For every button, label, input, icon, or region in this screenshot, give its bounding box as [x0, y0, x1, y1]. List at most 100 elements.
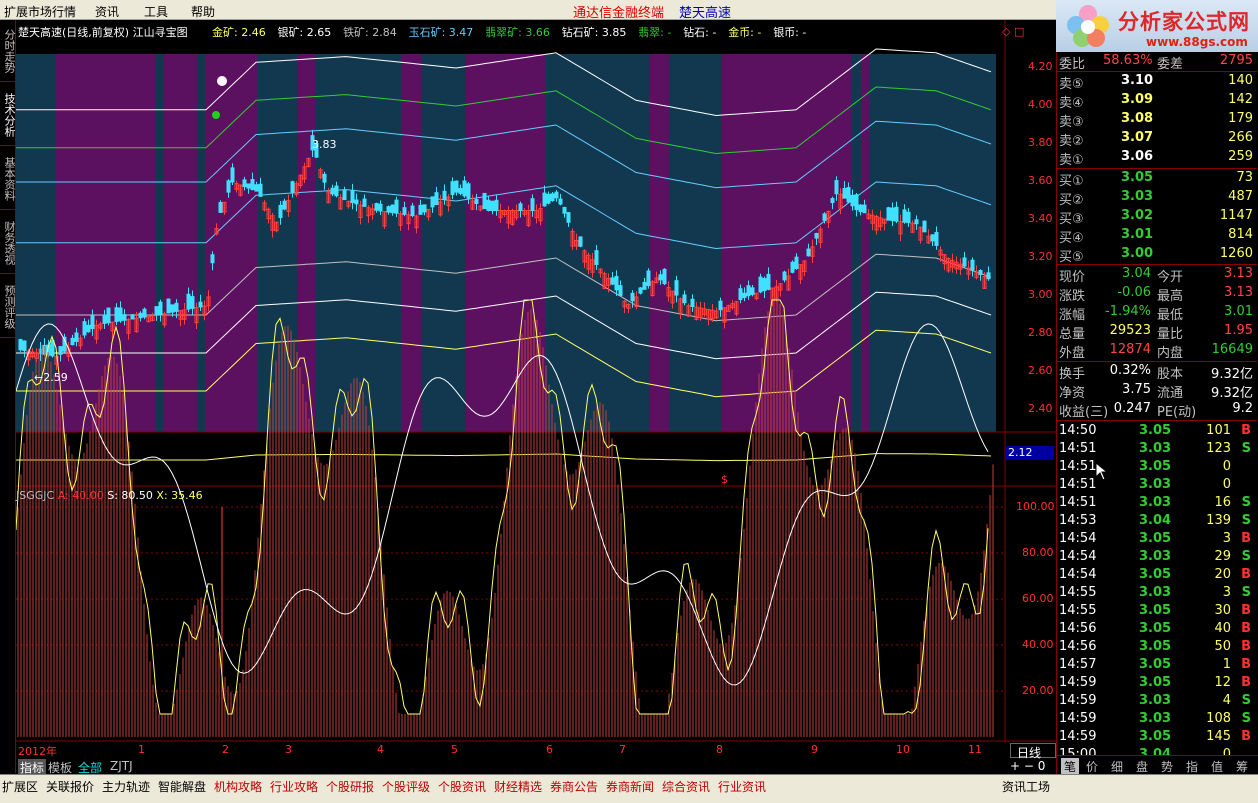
bottom-bar-item[interactable]: 个股资讯 — [438, 778, 486, 795]
sell-volume: 259 — [1228, 149, 1253, 164]
tick-time: 14:59 — [1059, 675, 1097, 690]
buy-row[interactable]: 买① 3.05 73 — [1057, 169, 1257, 189]
menu-item-help[interactable]: 帮助 — [191, 3, 215, 20]
buy-row[interactable]: 买② 3.03 487 — [1057, 188, 1257, 208]
market-band — [862, 54, 870, 432]
right-tab[interactable]: 指 — [1186, 758, 1198, 775]
sell-price: 3.06 — [1121, 149, 1154, 164]
tick-row[interactable]: 14:59 3.05 12 B — [1057, 674, 1257, 693]
tick-row[interactable]: 14:51 3.05 0 — [1057, 458, 1257, 477]
tick-row[interactable]: 14:57 3.05 1 B — [1057, 656, 1257, 675]
tick-side: S — [1241, 693, 1251, 708]
buy-row[interactable]: 买⑤ 3.00 1260 — [1057, 245, 1257, 265]
stat-row[interactable]: 总量 29523 量比 1.95 — [1057, 322, 1257, 342]
tick-row[interactable]: 14:59 3.03 4 S — [1057, 692, 1257, 711]
diff-value: 2795 — [1219, 53, 1253, 68]
bottom-bar-item[interactable]: 行业资讯 — [718, 778, 766, 795]
tick-time: 14:51 — [1059, 495, 1097, 510]
tick-row[interactable]: 14:56 3.05 50 B — [1057, 638, 1257, 657]
right-tab[interactable]: 盘 — [1136, 758, 1148, 775]
candle-body — [422, 204, 427, 213]
candle-body — [822, 213, 827, 221]
sell-row[interactable]: 卖① 3.06 259 — [1057, 148, 1257, 168]
buy-row[interactable]: 买③ 3.02 1147 — [1057, 207, 1257, 227]
stat-row[interactable]: 外盘 12874 内盘 16649 — [1057, 341, 1257, 361]
stat-row[interactable]: 涨跌 -0.06 最高 3.13 — [1057, 284, 1257, 304]
bottom-bar-item[interactable]: 个股研报 — [326, 778, 374, 795]
tick-row[interactable]: 14:55 3.05 30 B — [1057, 602, 1257, 621]
tick-row[interactable]: 14:51 3.03 16 S — [1057, 494, 1257, 513]
right-tab[interactable]: 筹 — [1236, 758, 1248, 775]
zoom-buttons[interactable]: + − 0 — [1010, 759, 1045, 773]
sell-row[interactable]: 卖② 3.07 266 — [1057, 129, 1257, 149]
side-tab-intraday[interactable]: 分时走势 — [0, 20, 16, 82]
tick-row[interactable]: 14:56 3.05 40 B — [1057, 620, 1257, 639]
menu-item-tools[interactable]: 工具 — [144, 3, 168, 20]
menu-item-info[interactable]: 资讯 — [95, 3, 119, 20]
bottom-toolbar: 扩展区 关联报价 主力轨迹 智能解盘 机构攻略 行业攻略 个股研报 个股评级 个股资讯 财经精选券… — [0, 774, 1258, 803]
sell-row[interactable]: 卖③ 3.08 179 — [1057, 110, 1257, 130]
bottom-bar-item[interactable]: 个股评级 — [382, 778, 430, 795]
bottom-bar-item[interactable]: 机构攻略 — [214, 778, 262, 795]
tick-row[interactable]: 14:54 3.03 29 S — [1057, 548, 1257, 567]
tick-row[interactable]: 14:59 3.05 145 B — [1057, 728, 1257, 747]
bottom-bar-item[interactable]: 扩展区 — [2, 778, 38, 795]
tick-row[interactable]: 14:54 3.05 20 B — [1057, 566, 1257, 585]
legend-diamond: 钻石矿: 3.85 — [561, 26, 627, 39]
bottom-bar-item[interactable]: 券商公告 — [550, 778, 598, 795]
side-tab-finance[interactable]: 财务透视 — [0, 212, 16, 274]
tick-price: 3.05 — [1139, 675, 1172, 690]
side-tab-technical[interactable]: 技术分析 — [0, 84, 16, 146]
bottom-bar-item[interactable]: 财经精选 — [494, 778, 542, 795]
tick-row[interactable]: 14:51 3.03 123 S — [1057, 440, 1257, 459]
chart-area[interactable]: $ 楚天高速(日线,前复权) 江山寻宝图 金矿: 2.46 银矿: 2.65 铁… — [16, 20, 1056, 758]
stat-row[interactable]: 涨幅 -1.94% 最低 3.01 — [1057, 303, 1257, 323]
tick-side: B — [1241, 657, 1251, 672]
tab-zjtj[interactable]: ZJTJ — [110, 759, 133, 773]
bottom-bar-item[interactable]: 券商新闻 — [606, 778, 654, 795]
stat-row[interactable]: 现价 3.04 今开 3.13 — [1057, 265, 1257, 285]
stat-value: 16649 — [1211, 342, 1253, 357]
buy-row[interactable]: 买④ 3.01 814 — [1057, 226, 1257, 246]
sell-volume: 140 — [1228, 73, 1253, 88]
chart-corner-icons[interactable]: ◇ □ — [1002, 25, 1024, 38]
bottom-bar-item[interactable]: 智能解盘 — [158, 778, 206, 795]
tick-row[interactable]: 14:59 3.03 108 S — [1057, 710, 1257, 729]
tick-row[interactable]: 14:54 3.05 3 B — [1057, 530, 1257, 549]
candle-body — [390, 204, 395, 214]
menu-item-ext-market[interactable]: 扩展市场行情 — [4, 3, 76, 20]
sell-row[interactable]: 卖④ 3.09 142 — [1057, 91, 1257, 111]
side-tab-basic[interactable]: 基本资料 — [0, 148, 16, 210]
order-ratio-row[interactable]: 委比 58.63% 委差 2795 — [1057, 52, 1257, 72]
right-tab[interactable]: 势 — [1161, 758, 1173, 775]
tick-price: 3.05 — [1139, 729, 1172, 744]
side-tab-forecast[interactable]: 预测评级 — [0, 276, 16, 338]
candle-body — [362, 198, 367, 207]
bottom-bar-item[interactable]: 主力轨迹 — [102, 778, 150, 795]
period-selector[interactable]: 日线 — [1010, 743, 1056, 760]
info-workshop-button[interactable]: 资讯工场 — [1002, 778, 1050, 795]
right-tab[interactable]: 笔 — [1061, 758, 1080, 775]
tick-row[interactable]: 14:50 3.05 101 B — [1057, 422, 1257, 441]
right-tab[interactable]: 价 — [1086, 758, 1098, 775]
bottom-bar-item[interactable]: 行业攻略 — [270, 778, 318, 795]
right-tab[interactable]: 值 — [1211, 758, 1223, 775]
candle-body — [22, 340, 27, 352]
tick-row[interactable]: 14:51 3.03 0 — [1057, 476, 1257, 495]
fund-row[interactable]: 净资 3.75 流通 9.32亿 — [1057, 381, 1257, 401]
buy-level: 买⑤ — [1059, 250, 1084, 265]
tick-volume: 40 — [1214, 621, 1231, 636]
candle-body — [674, 280, 679, 296]
tick-time: 14:59 — [1059, 729, 1097, 744]
bottom-bar-item[interactable]: 关联报价 — [46, 778, 94, 795]
candle-body — [846, 187, 851, 203]
tick-row[interactable]: 14:55 3.03 3 S — [1057, 584, 1257, 603]
sell-row[interactable]: 卖⑤ 3.10 140 — [1057, 72, 1257, 92]
tick-row[interactable]: 14:53 3.04 139 S — [1057, 512, 1257, 531]
stat-label: 外盘 — [1059, 346, 1086, 361]
bottom-bar-item[interactable]: 综合资讯 — [662, 778, 710, 795]
tick-price: 3.03 — [1139, 441, 1172, 456]
right-tab[interactable]: 细 — [1111, 758, 1123, 775]
fund-row[interactable]: 换手 0.32% 股本 9.32亿 — [1057, 362, 1257, 382]
fund-row[interactable]: 收益(三) 0.247 PE(动) 9.2 — [1057, 400, 1257, 420]
